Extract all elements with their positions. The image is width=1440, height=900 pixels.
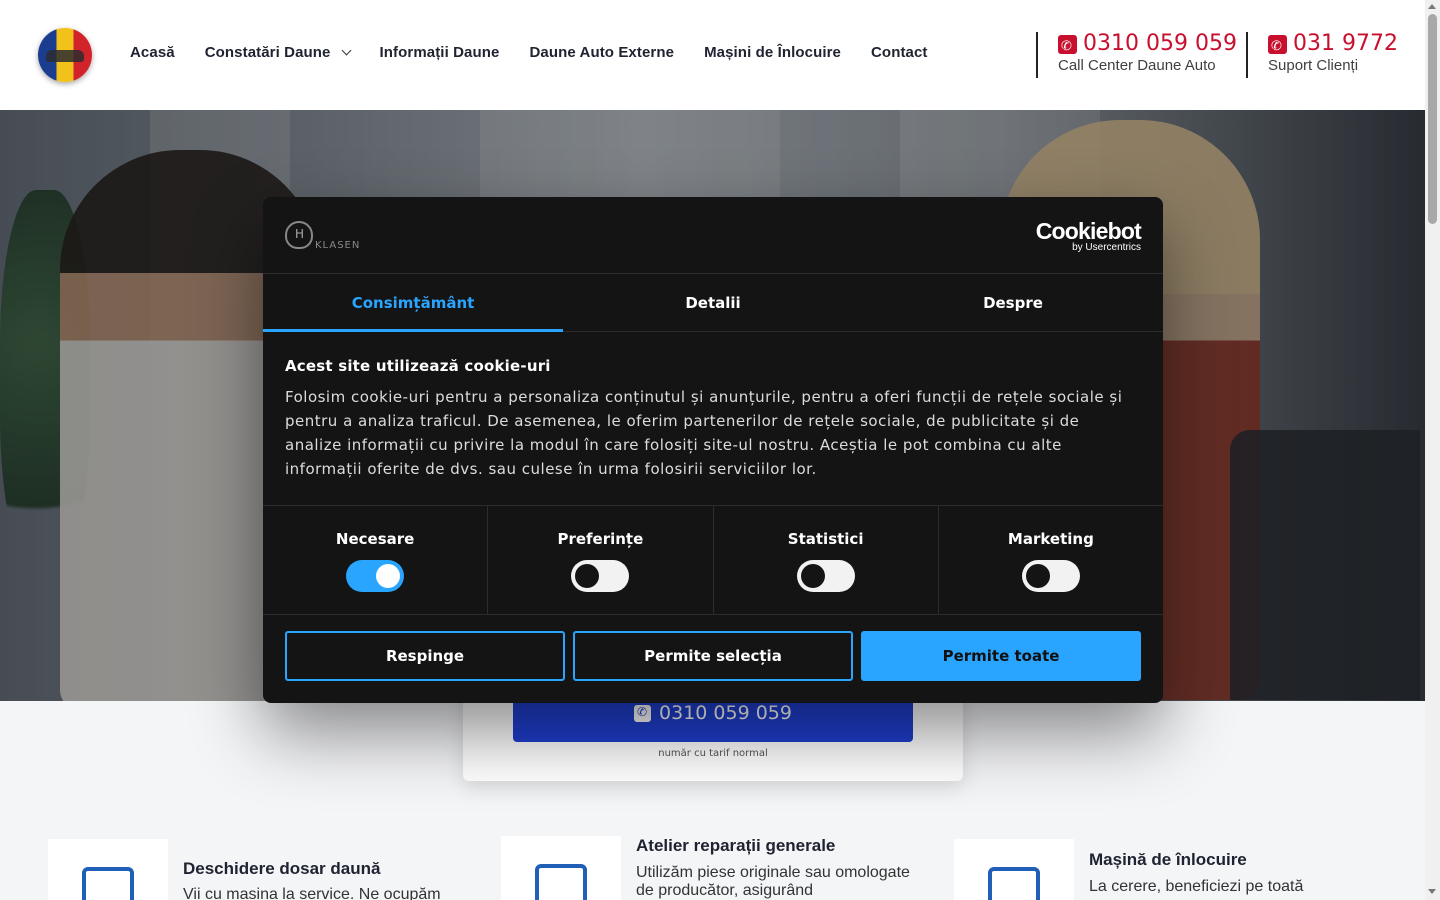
site-header: Acasă Constatări Daune Informații Daune … xyxy=(0,0,1425,110)
toggle-statistici[interactable] xyxy=(796,560,855,592)
cookie-dialog-header: KLASEN Cookiebot by Usercentrics xyxy=(263,197,1163,274)
nav-item-constatari-daune[interactable]: Constatări Daune xyxy=(204,44,351,61)
site-brand-logo: KLASEN xyxy=(285,221,361,251)
category-necesare: Necesare xyxy=(263,506,489,614)
call-center-contact[interactable]: 0310 059 059 Call Center Daune Auto xyxy=(1036,32,1237,78)
cookie-body: Acest site utilizează cookie-uri Folosim… xyxy=(285,357,1141,481)
feature-image xyxy=(48,839,168,900)
category-label: Preferințe xyxy=(557,530,644,548)
clipboard-car-icon xyxy=(82,867,134,900)
brand-text: KLASEN xyxy=(315,240,361,251)
main-nav: Acasă Constatări Daune Informații Daune … xyxy=(130,44,928,61)
feature-image xyxy=(501,836,621,900)
category-label: Statistici xyxy=(787,530,864,548)
page-scrollbar[interactable] xyxy=(1425,0,1440,900)
scroll-up-arrow-icon[interactable] xyxy=(1428,4,1436,9)
nav-item-label: Acasă xyxy=(130,44,175,61)
category-label: Marketing xyxy=(1007,530,1094,548)
feature-title: Deschidere dosar daună xyxy=(183,859,381,878)
nav-item-label: Mașini de Înlocuire xyxy=(704,44,841,61)
cookiebot-logo[interactable]: Cookiebot by Usercentrics xyxy=(1035,218,1142,253)
tab-despre[interactable]: Despre xyxy=(863,274,1163,331)
cookie-categories: Necesare Preferințe Statistici Marketing xyxy=(263,505,1163,615)
brand-mark-icon xyxy=(285,221,313,249)
cookie-consent-dialog: KLASEN Cookiebot by Usercentrics Consimț… xyxy=(263,197,1163,703)
tab-detalii[interactable]: Detalii xyxy=(563,274,863,331)
tab-consimtamant[interactable]: Consimțământ xyxy=(263,274,563,332)
category-label: Necesare xyxy=(335,530,415,548)
feature-text: La cerere, beneficiezi pe toată xyxy=(1089,878,1304,895)
nav-item-acasa[interactable]: Acasă xyxy=(130,44,175,61)
scroll-thumb[interactable] xyxy=(1428,14,1437,224)
reject-button[interactable]: Respinge xyxy=(285,631,565,681)
cookiebot-name: Cookiebot xyxy=(1035,218,1142,244)
nav-item-label: Contact xyxy=(871,44,928,61)
site-logo[interactable] xyxy=(38,28,92,82)
chevron-down-icon xyxy=(341,45,351,56)
scroll-down-arrow-icon[interactable] xyxy=(1428,889,1436,894)
nav-item-masini-de-inlocuire[interactable]: Mașini de Înlocuire xyxy=(704,44,841,61)
cookie-description: Folosim cookie-uri pentru a personaliza … xyxy=(285,388,1123,478)
support-phone: 031 9772 xyxy=(1293,31,1398,56)
phone-icon xyxy=(634,704,652,722)
toggle-necesare[interactable] xyxy=(346,560,405,592)
category-preferinte: Preferințe xyxy=(488,506,714,614)
call-center-phone: 0310 059 059 xyxy=(1083,31,1237,56)
feature-text: Vii cu masina la service. Ne ocupăm xyxy=(183,886,441,900)
cookie-title: Acest site utilizează cookie-uri xyxy=(285,357,551,375)
nav-item-label: Daune Auto Externe xyxy=(529,44,675,61)
call-note: număr cu tarif normal xyxy=(658,748,768,759)
allow-selection-button[interactable]: Permite selecția xyxy=(573,631,853,681)
nav-item-informatii-daune[interactable]: Informații Daune xyxy=(380,44,500,61)
toggle-marketing[interactable] xyxy=(1021,560,1080,592)
phone-icon xyxy=(1268,34,1287,59)
car-icon xyxy=(988,867,1040,900)
nav-item-label: Informații Daune xyxy=(379,44,500,61)
support-contact[interactable]: 031 9772 Suport Clienți xyxy=(1246,32,1398,78)
call-button-label: 0310 059 059 xyxy=(659,702,792,724)
nav-item-daune-auto-externe[interactable]: Daune Auto Externe xyxy=(529,44,674,61)
support-label: Suport Clienți xyxy=(1268,57,1359,74)
feature-title: Atelier reparații generale xyxy=(636,836,836,855)
toggle-preferinte[interactable] xyxy=(571,560,630,592)
allow-all-button[interactable]: Permite toate xyxy=(861,631,1141,681)
call-center-label: Call Center Daune Auto xyxy=(1058,57,1216,74)
cookie-actions: Respinge Permite selecția Permite toate xyxy=(285,631,1141,681)
feature-title: Mașină de înlocuire xyxy=(1089,850,1247,869)
phone-icon xyxy=(1058,34,1077,59)
feature-image xyxy=(954,839,1074,900)
category-marketing: Marketing xyxy=(939,506,1163,614)
nav-item-contact[interactable]: Contact xyxy=(871,44,928,61)
car-lift-icon xyxy=(535,864,587,900)
nav-item-label: Constatări Daune xyxy=(204,44,331,61)
category-statistici: Statistici xyxy=(714,506,939,614)
feature-text: Utilizăm piese originale sau omologate d… xyxy=(636,864,910,899)
cookie-tabs: Consimțământ Detalii Despre xyxy=(263,274,1163,332)
